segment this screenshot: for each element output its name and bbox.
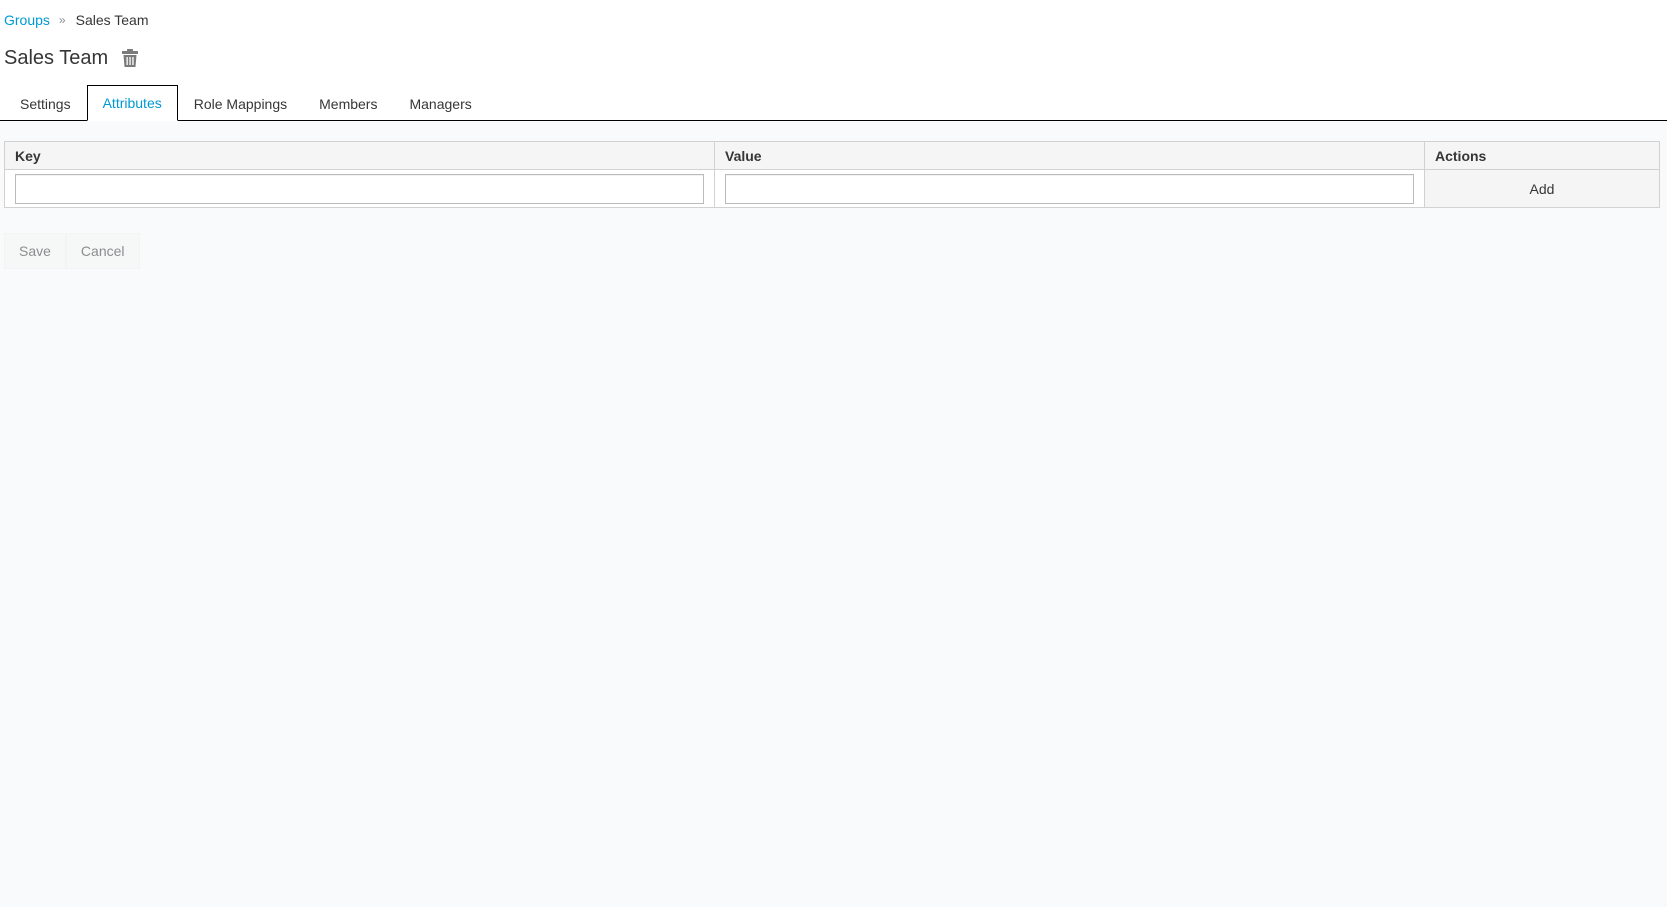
page-title: Sales Team [4,47,109,69]
attribute-value-input[interactable] [725,173,1414,204]
attributes-table-container: Key Value Actions Add [4,141,1660,208]
new-attribute-row: Add [4,169,1660,208]
key-cell [4,169,715,208]
attributes-table: Key Value Actions Add [4,141,1660,208]
tab-attributes[interactable]: Attributes [86,85,178,121]
tab-settings[interactable]: Settings [4,86,87,121]
tab-members[interactable]: Members [303,86,393,121]
tab-role-mappings[interactable]: Role Mappings [178,86,303,121]
form-actions: Save Cancel [4,233,140,269]
save-button[interactable]: Save [4,233,66,269]
column-header-key: Key [4,141,715,170]
add-attribute-button[interactable]: Add [1425,171,1659,207]
breadcrumb-groups-link[interactable]: Groups [4,12,50,28]
cancel-button[interactable]: Cancel [65,233,140,269]
trash-icon-graphic [122,49,139,67]
column-header-value: Value [714,141,1425,170]
actions-cell: Add [1424,169,1660,208]
breadcrumb: Groups » Sales Team [4,12,149,28]
tab-managers[interactable]: Managers [393,86,487,121]
group-tabs: Settings Attributes Role Mappings Member… [4,85,488,121]
page-header: Groups » Sales Team Sales Team Settings … [0,0,1667,121]
table-header-row: Key Value Actions [4,141,1660,170]
breadcrumb-current: Sales Team [75,12,149,28]
column-header-actions: Actions [1424,141,1660,170]
trash-icon[interactable] [121,48,139,68]
title-row: Sales Team [4,46,139,70]
attribute-key-input[interactable] [15,173,704,204]
breadcrumb-separator: » [58,13,66,27]
value-cell [714,169,1425,208]
